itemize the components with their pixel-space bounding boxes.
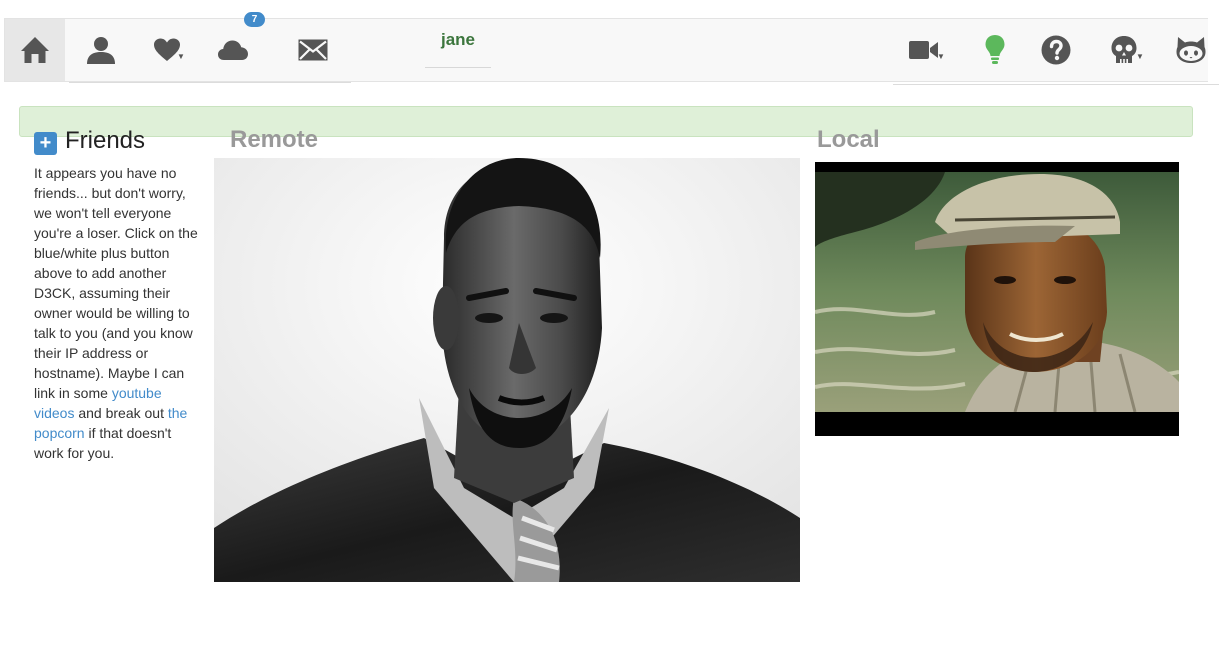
video-camera-icon	[909, 41, 938, 59]
question-icon	[1041, 35, 1071, 65]
local-video	[815, 162, 1179, 436]
home-icon	[21, 37, 49, 63]
username-link[interactable]: jane	[425, 30, 491, 68]
nav-cloud[interactable]	[213, 19, 253, 81]
nav-help[interactable]	[1039, 19, 1073, 81]
remote-video	[214, 158, 800, 582]
notification-badge: 7	[244, 12, 265, 27]
nav-lightbulb[interactable]	[979, 19, 1011, 81]
local-video-frame	[815, 162, 1179, 436]
cloud-icon	[218, 40, 248, 60]
status-alert	[19, 106, 1193, 137]
nav-divider	[69, 82, 351, 83]
lightbulb-icon	[985, 35, 1005, 64]
nav-favorites-dropdown[interactable]: ▼	[145, 19, 189, 81]
chevron-down-icon: ▼	[1136, 52, 1144, 61]
nav-video-dropdown[interactable]: ▼	[899, 19, 949, 81]
top-navbar: ▼ ▼ ▼	[4, 18, 1219, 85]
nav-messages[interactable]	[293, 19, 333, 81]
github-cat-icon	[1176, 37, 1206, 63]
remote-video-frame	[214, 158, 800, 582]
nav-github[interactable]	[1173, 19, 1209, 81]
nav-skull-dropdown[interactable]: ▼	[1099, 19, 1149, 81]
message-text: It appears you have no friends... but do…	[34, 165, 198, 401]
friends-title: Friends	[65, 127, 146, 154]
envelope-icon	[298, 39, 328, 61]
message-text: and break out	[74, 405, 168, 421]
friends-empty-message: It appears you have no friends... but do…	[34, 163, 202, 463]
nav-home[interactable]	[5, 19, 65, 81]
add-friend-button[interactable]: +	[34, 131, 57, 155]
skull-icon	[1111, 36, 1137, 63]
nav-divider	[893, 84, 1219, 85]
chevron-down-icon: ▼	[177, 52, 185, 61]
chevron-down-icon: ▼	[937, 52, 945, 61]
friends-header: + Friends	[34, 127, 145, 155]
user-icon	[87, 37, 115, 64]
nav-profile[interactable]	[81, 19, 121, 81]
remote-label: Remote	[230, 126, 319, 153]
local-label: Local	[817, 126, 880, 153]
